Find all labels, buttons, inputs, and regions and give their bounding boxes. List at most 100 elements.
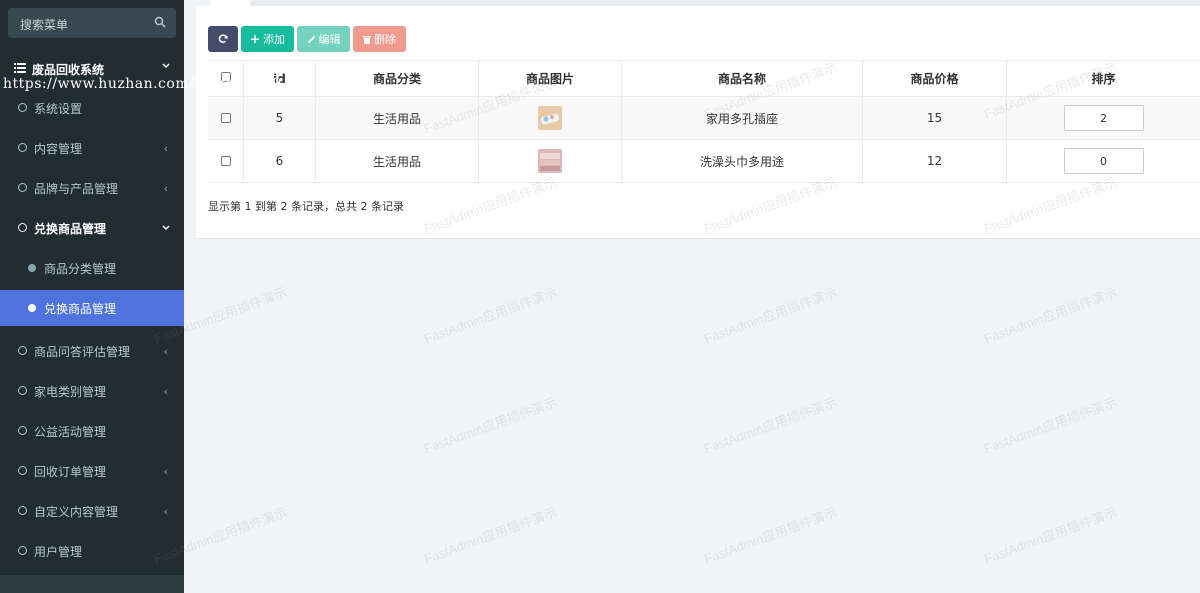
watermark: FastAdmin应用插件演示 <box>422 504 559 567</box>
chevron-left-icon: ‹ <box>163 465 168 478</box>
pagination-info: 显示第 1 到第 2 条记录，总共 2 条记录 <box>208 200 404 213</box>
sidebar-item-label: 公益活动管理 <box>34 425 107 439</box>
cell-price: 12 <box>863 140 1007 182</box>
sidebar-item-charity[interactable]: 公益活动管理 <box>0 413 184 449</box>
table-header-row: id 商品分类 商品图片 商品名称 商品价格 排序 <box>208 60 1200 97</box>
chevron-left-icon: ‹ <box>163 505 168 518</box>
circle-icon <box>18 426 27 435</box>
sidebar-search-input[interactable]: 搜索菜单 <box>8 8 176 38</box>
add-button[interactable]: + 添加 <box>241 26 294 52</box>
sidebar-item-label: 内容管理 <box>34 142 83 156</box>
refresh-button[interactable] <box>208 26 238 52</box>
circle-icon <box>18 506 27 515</box>
sidebar-item-recycle-orders[interactable]: 回收订单管理 ‹ <box>0 453 184 489</box>
header-price[interactable]: 商品价格 <box>863 61 1007 96</box>
sidebar-item-label: 商品问答评估管理 <box>34 345 131 359</box>
chevron-left-icon: ‹ <box>163 182 168 195</box>
table-row[interactable]: 5 生活用品 家用多孔插座 15 <box>208 97 1200 140</box>
delete-button-label: 删除 <box>374 33 396 46</box>
cell-sort <box>1007 140 1200 182</box>
sidebar-item-label: 自定义内容管理 <box>34 505 119 519</box>
cell-category: 生活用品 <box>316 97 479 139</box>
search-icon[interactable] <box>154 16 166 28</box>
dot-icon <box>28 264 36 272</box>
sidebar-item-label: 兑换商品管理 <box>44 302 117 316</box>
sidebar-item-label: 家电类别管理 <box>34 385 107 399</box>
chevron-left-icon: ‹ <box>163 142 168 155</box>
sidebar-item-content[interactable]: 内容管理 ‹ <box>0 130 184 166</box>
cell-price: 15 <box>863 97 1007 139</box>
sidebar-item-qa-evaluation[interactable]: 商品问答评估管理 ‹ <box>0 333 184 369</box>
sidebar-item-brand-products[interactable]: 品牌与产品管理 ‹ <box>0 170 184 206</box>
sidebar-footer <box>0 575 184 593</box>
chevron-left-icon: ‹ <box>163 345 168 358</box>
watermark: FastAdmin应用插件演示 <box>702 284 839 347</box>
circle-icon <box>18 143 27 152</box>
watermark: FastAdmin应用插件演示 <box>982 284 1119 347</box>
dot-icon <box>28 304 36 312</box>
row-checkbox[interactable] <box>220 113 231 123</box>
cell-sort <box>1007 97 1200 139</box>
refresh-icon <box>218 34 228 43</box>
cell-image <box>479 97 622 139</box>
watermark: FastAdmin应用插件演示 <box>982 394 1119 457</box>
row-select-cell <box>208 97 244 139</box>
cell-image <box>479 140 622 182</box>
sidebar-item-exchange-goods[interactable]: 兑换商品管理 <box>0 210 184 246</box>
cell-id: 6 <box>244 140 316 182</box>
watermark: FastAdmin应用插件演示 <box>702 394 839 457</box>
header-name[interactable]: 商品名称 <box>622 61 863 96</box>
sort-input[interactable] <box>1063 105 1144 131</box>
chevron-down-icon <box>162 225 170 231</box>
sidebar-item-label: 品牌与产品管理 <box>34 182 119 196</box>
circle-icon <box>18 103 27 112</box>
header-sort[interactable]: 排序 <box>1007 61 1200 96</box>
sidebar-item-users[interactable]: 用户管理 <box>0 533 184 569</box>
circle-icon <box>18 346 27 355</box>
plus-icon: + <box>249 32 261 46</box>
sidebar-subitem-category[interactable]: 商品分类管理 <box>0 250 184 286</box>
sidebar-item-label: 系统设置 <box>34 102 83 116</box>
list-icon <box>14 63 26 73</box>
sidebar-item-label: 商品分类管理 <box>44 262 117 276</box>
header-image[interactable]: 商品图片 <box>479 61 622 96</box>
sidebar-item-label: 回收订单管理 <box>34 465 107 479</box>
add-button-label: 添加 <box>263 33 286 46</box>
sidebar-item-custom-content[interactable]: 自定义内容管理 ‹ <box>0 493 184 529</box>
sidebar-subitem-exchange-goods[interactable]: 兑换商品管理 <box>0 290 184 326</box>
chevron-down-icon <box>162 63 170 69</box>
watermark: FastAdmin应用插件演示 <box>422 284 559 347</box>
cell-name: 家用多孔插座 <box>622 97 863 139</box>
trash-icon <box>363 35 371 44</box>
circle-icon <box>18 386 27 395</box>
sort-input[interactable] <box>1063 148 1144 174</box>
chevron-left-icon: ‹ <box>163 385 168 398</box>
circle-icon <box>18 183 27 192</box>
watermark: FastAdmin应用插件演示 <box>422 394 559 457</box>
watermark: FastAdmin应用插件演示 <box>982 504 1119 567</box>
sidebar-item-label: 兑换商品管理 <box>34 222 107 236</box>
sidebar: 搜索菜单 废品回收系统 https://www.huzhan.com/ishop… <box>0 0 281 593</box>
overlay-url-text: https://www.huzhan.com/ishop48199 <box>3 76 282 92</box>
header-category[interactable]: 商品分类 <box>316 61 479 96</box>
sidebar-item-appliance-category[interactable]: 家电类别管理 ‹ <box>0 373 184 409</box>
watermark: FastAdmin应用插件演示 <box>702 504 839 567</box>
search-placeholder: 搜索菜单 <box>20 18 69 32</box>
row-select-cell <box>208 140 244 182</box>
row-checkbox[interactable] <box>220 156 231 166</box>
circle-icon <box>18 466 27 475</box>
pencil-icon <box>307 35 315 43</box>
delete-button[interactable]: 删除 <box>353 26 406 52</box>
product-thumbnail[interactable] <box>538 149 562 173</box>
sidebar-item-system-settings[interactable]: 系统设置 <box>0 90 184 126</box>
circle-icon <box>18 223 27 232</box>
edit-button-label: 编辑 <box>318 33 341 46</box>
cell-category: 生活用品 <box>316 140 479 182</box>
sidebar-item-label: 用户管理 <box>34 545 83 559</box>
circle-icon <box>18 546 27 555</box>
edit-button[interactable]: 编辑 <box>297 26 350 52</box>
product-thumbnail[interactable] <box>538 106 562 130</box>
cell-id: 5 <box>244 97 316 139</box>
table-row[interactable]: 6 生活用品 洗澡头巾多用途 12 <box>208 140 1200 183</box>
cell-name: 洗澡头巾多用途 <box>622 140 863 182</box>
